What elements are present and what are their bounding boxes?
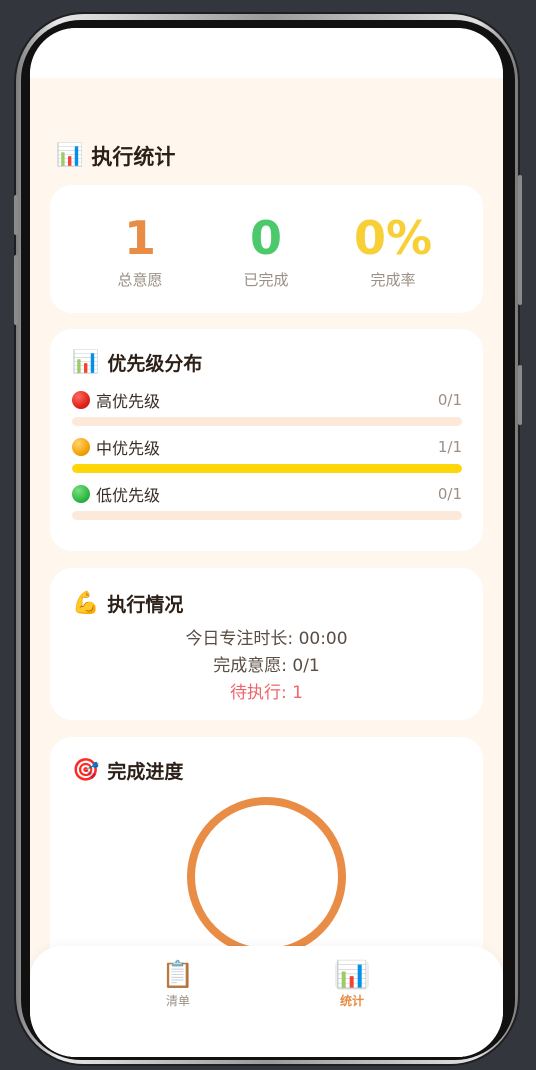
stat-total-value: 1 — [123, 211, 156, 265]
red-circle-icon — [72, 391, 90, 409]
bar-chart-icon: 📊 — [72, 349, 100, 375]
status-bar — [30, 28, 503, 78]
side-button — [518, 365, 522, 425]
stat-completed-value: 0 — [249, 211, 282, 265]
tab-list-label: 清单 — [165, 994, 190, 1008]
priority-row-low: 低优先级 0/1 — [72, 483, 462, 520]
priority-name: 中优先级 — [96, 439, 161, 458]
stat-total: 1 总意愿 — [70, 209, 210, 290]
progress-title: 🎯 完成进度 — [72, 757, 183, 784]
priority-row-high: 高优先级 0/1 — [72, 389, 462, 426]
app-screen: 📊 执行统计 1 总意愿 0 已完成 0% 完成率 📊 优先级分布 高优先级 0… — [30, 28, 503, 1057]
priority-progress-bar — [72, 464, 462, 473]
priority-title: 📊 优先级分布 — [72, 349, 202, 376]
priority-count: 0/1 — [437, 485, 462, 503]
priority-card: 📊 优先级分布 高优先级 0/1 中优先级 1/1 低优先级 0/1 — [50, 329, 483, 551]
execution-card: 💪 执行情况 今日专注时长: 00:00 完成意愿: 0/1 待执行: 1 — [50, 568, 483, 720]
page-title-text: 执行统计 — [91, 145, 176, 169]
execution-title: 💪 执行情况 — [72, 590, 183, 617]
clipboard-icon: 📋 — [161, 960, 195, 990]
volume-button — [14, 195, 18, 235]
priority-count: 0/1 — [437, 391, 462, 409]
stat-rate-value: 0% — [353, 211, 433, 265]
bar-chart-icon: 📊 — [335, 960, 369, 990]
priority-row-medium: 中优先级 1/1 — [72, 436, 462, 473]
flexed-biceps-icon: 💪 — [72, 590, 100, 616]
priority-name: 高优先级 — [96, 392, 161, 411]
tab-bar: 📋 清单 📊 统计 — [30, 946, 503, 1057]
tab-list[interactable]: 📋 清单 — [148, 960, 208, 1009]
orange-circle-icon — [72, 438, 90, 456]
stat-rate-label: 完成率 — [370, 271, 416, 289]
priority-title-text: 优先级分布 — [107, 353, 203, 375]
tab-stats-label: 统计 — [339, 994, 364, 1008]
focus-time-text: 今日专注时长: 00:00 — [185, 629, 348, 649]
summary-card: 1 总意愿 0 已完成 0% 完成率 — [50, 185, 483, 313]
stat-completed: 0 已完成 — [196, 209, 336, 290]
execution-title-text: 执行情况 — [107, 594, 184, 616]
priority-name: 低优先级 — [96, 486, 161, 505]
page-title: 📊 执行统计 — [56, 141, 175, 171]
target-icon: 🎯 — [72, 757, 100, 783]
stat-total-label: 总意愿 — [117, 271, 163, 289]
priority-progress-bar — [72, 417, 462, 426]
pending-text: 待执行: 1 — [230, 683, 303, 703]
priority-count: 1/1 — [437, 438, 462, 456]
priority-progress-bar — [72, 511, 462, 520]
green-circle-icon — [72, 485, 90, 503]
progress-title-text: 完成进度 — [107, 761, 184, 783]
completed-text: 完成意愿: 0/1 — [213, 656, 320, 676]
stat-rate: 0% 完成率 — [323, 209, 463, 290]
stats-page[interactable]: 📊 执行统计 1 总意愿 0 已完成 0% 完成率 📊 优先级分布 高优先级 0… — [30, 78, 503, 1057]
stat-completed-label: 已完成 — [243, 271, 289, 289]
progress-ring — [187, 797, 346, 956]
volume-button — [14, 255, 18, 325]
bar-chart-icon: 📊 — [56, 143, 84, 168]
power-button — [518, 175, 522, 305]
priority-progress-fill — [72, 464, 462, 473]
tab-stats[interactable]: 📊 统计 — [322, 960, 382, 1009]
